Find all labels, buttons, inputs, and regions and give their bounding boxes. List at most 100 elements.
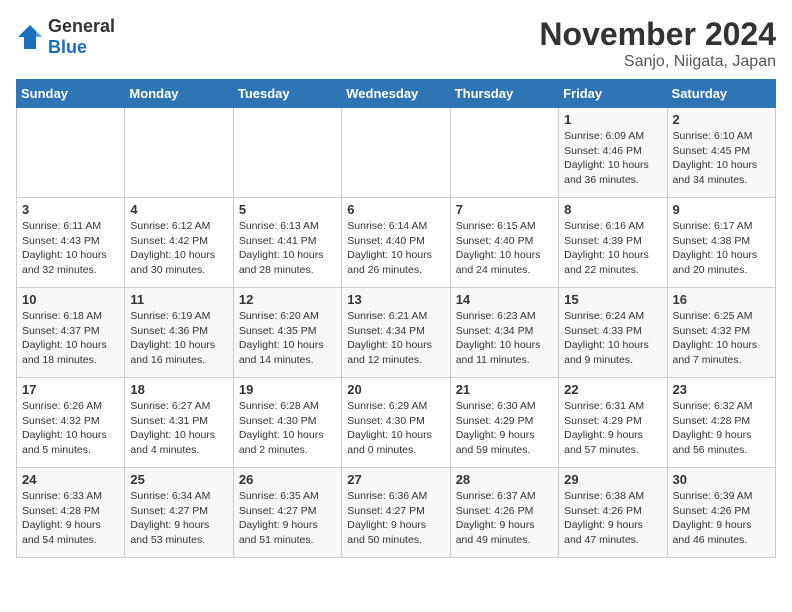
day-cell: 1 Sunrise: 6:09 AM Sunset: 4:46 PM Daylig… [559, 108, 667, 198]
day-cell: 28 Sunrise: 6:37 AM Sunset: 4:26 PM Dayli… [450, 468, 558, 558]
header-monday: Monday [125, 80, 233, 108]
week-row-2: 3 Sunrise: 6:11 AM Sunset: 4:43 PM Daylig… [17, 198, 776, 288]
header-friday: Friday [559, 80, 667, 108]
day-cell [17, 108, 125, 198]
day-cell: 23 Sunrise: 6:32 AM Sunset: 4:28 PM Dayli… [667, 378, 775, 468]
day-info: Sunrise: 6:14 AM Sunset: 4:40 PM Dayligh… [347, 219, 444, 278]
day-number: 22 [564, 382, 661, 397]
logo: General Blue [16, 16, 115, 58]
location-title: Sanjo, Niigata, Japan [539, 53, 776, 71]
day-cell: 4 Sunrise: 6:12 AM Sunset: 4:42 PM Daylig… [125, 198, 233, 288]
day-number: 27 [347, 472, 444, 487]
day-cell: 30Sunrise: 6:39 AM Sunset: 4:26 PM Dayli… [667, 468, 775, 558]
header-sunday: Sunday [17, 80, 125, 108]
day-number: 21 [456, 382, 553, 397]
day-number: 13 [347, 292, 444, 307]
week-row-5: 24 Sunrise: 6:33 AM Sunset: 4:28 PM Dayli… [17, 468, 776, 558]
day-number: 14 [456, 292, 553, 307]
day-info: Sunrise: 6:09 AM Sunset: 4:46 PM Dayligh… [564, 129, 661, 188]
day-info: Sunrise: 6:29 AM Sunset: 4:30 PM Dayligh… [347, 399, 444, 458]
day-number: 26 [239, 472, 336, 487]
day-number: 18 [130, 382, 227, 397]
day-cell: 12 Sunrise: 6:20 AM Sunset: 4:35 PM Dayli… [233, 288, 341, 378]
week-row-3: 10 Sunrise: 6:18 AM Sunset: 4:37 PM Dayli… [17, 288, 776, 378]
day-cell: 9Sunrise: 6:17 AM Sunset: 4:38 PM Daylig… [667, 198, 775, 288]
day-info: Sunrise: 6:16 AM Sunset: 4:39 PM Dayligh… [564, 219, 661, 278]
day-number: 17 [22, 382, 119, 397]
day-cell: 8 Sunrise: 6:16 AM Sunset: 4:39 PM Daylig… [559, 198, 667, 288]
day-cell: 29 Sunrise: 6:38 AM Sunset: 4:26 PM Dayli… [559, 468, 667, 558]
day-number: 19 [239, 382, 336, 397]
day-number: 15 [564, 292, 661, 307]
day-info: Sunrise: 6:10 AM Sunset: 4:45 PM Dayligh… [673, 129, 770, 188]
day-cell [450, 108, 558, 198]
month-title: November 2024 [539, 16, 776, 53]
header-thursday: Thursday [450, 80, 558, 108]
day-cell: 14 Sunrise: 6:23 AM Sunset: 4:34 PM Dayli… [450, 288, 558, 378]
day-number: 24 [22, 472, 119, 487]
day-cell: 27 Sunrise: 6:36 AM Sunset: 4:27 PM Dayli… [342, 468, 450, 558]
day-info: Sunrise: 6:38 AM Sunset: 4:26 PM Dayligh… [564, 489, 661, 548]
logo-general: General [48, 16, 115, 36]
day-number: 3 [22, 202, 119, 217]
day-cell: 25Sunrise: 6:34 AM Sunset: 4:27 PM Dayli… [125, 468, 233, 558]
day-cell: 13 Sunrise: 6:21 AM Sunset: 4:34 PM Dayli… [342, 288, 450, 378]
day-cell: 17Sunrise: 6:26 AM Sunset: 4:32 PM Dayli… [17, 378, 125, 468]
header-row: SundayMondayTuesdayWednesdayThursdayFrid… [17, 80, 776, 108]
day-cell: 11Sunrise: 6:19 AM Sunset: 4:36 PM Dayli… [125, 288, 233, 378]
day-cell: 19Sunrise: 6:28 AM Sunset: 4:30 PM Dayli… [233, 378, 341, 468]
header-saturday: Saturday [667, 80, 775, 108]
day-info: Sunrise: 6:33 AM Sunset: 4:28 PM Dayligh… [22, 489, 119, 548]
day-number: 20 [347, 382, 444, 397]
logo-text: General Blue [48, 16, 115, 58]
day-cell: 26 Sunrise: 6:35 AM Sunset: 4:27 PM Dayli… [233, 468, 341, 558]
day-info: Sunrise: 6:12 AM Sunset: 4:42 PM Dayligh… [130, 219, 227, 278]
day-cell: 3 Sunrise: 6:11 AM Sunset: 4:43 PM Daylig… [17, 198, 125, 288]
logo-blue: Blue [48, 37, 87, 57]
day-number: 4 [130, 202, 227, 217]
day-number: 7 [456, 202, 553, 217]
day-info: Sunrise: 6:39 AM Sunset: 4:26 PM Dayligh… [673, 489, 770, 548]
day-info: Sunrise: 6:25 AM Sunset: 4:32 PM Dayligh… [673, 309, 770, 368]
day-number: 12 [239, 292, 336, 307]
day-info: Sunrise: 6:31 AM Sunset: 4:29 PM Dayligh… [564, 399, 661, 458]
day-cell: 21 Sunrise: 6:30 AM Sunset: 4:29 PM Dayli… [450, 378, 558, 468]
title-block: November 2024 Sanjo, Niigata, Japan [539, 16, 776, 71]
day-info: Sunrise: 6:21 AM Sunset: 4:34 PM Dayligh… [347, 309, 444, 368]
day-info: Sunrise: 6:20 AM Sunset: 4:35 PM Dayligh… [239, 309, 336, 368]
day-number: 6 [347, 202, 444, 217]
day-number: 29 [564, 472, 661, 487]
day-number: 2 [673, 112, 770, 127]
day-info: Sunrise: 6:35 AM Sunset: 4:27 PM Dayligh… [239, 489, 336, 548]
day-cell: 2 Sunrise: 6:10 AM Sunset: 4:45 PM Daylig… [667, 108, 775, 198]
calendar-table: SundayMondayTuesdayWednesdayThursdayFrid… [16, 79, 776, 558]
day-cell: 16Sunrise: 6:25 AM Sunset: 4:32 PM Dayli… [667, 288, 775, 378]
day-cell [342, 108, 450, 198]
day-number: 1 [564, 112, 661, 127]
day-number: 23 [673, 382, 770, 397]
day-number: 8 [564, 202, 661, 217]
day-info: Sunrise: 6:19 AM Sunset: 4:36 PM Dayligh… [130, 309, 227, 368]
day-info: Sunrise: 6:36 AM Sunset: 4:27 PM Dayligh… [347, 489, 444, 548]
day-info: Sunrise: 6:18 AM Sunset: 4:37 PM Dayligh… [22, 309, 119, 368]
day-info: Sunrise: 6:27 AM Sunset: 4:31 PM Dayligh… [130, 399, 227, 458]
day-number: 28 [456, 472, 553, 487]
day-info: Sunrise: 6:32 AM Sunset: 4:28 PM Dayligh… [673, 399, 770, 458]
day-cell: 5Sunrise: 6:13 AM Sunset: 4:41 PM Daylig… [233, 198, 341, 288]
day-info: Sunrise: 6:34 AM Sunset: 4:27 PM Dayligh… [130, 489, 227, 548]
day-cell: 22 Sunrise: 6:31 AM Sunset: 4:29 PM Dayli… [559, 378, 667, 468]
day-info: Sunrise: 6:37 AM Sunset: 4:26 PM Dayligh… [456, 489, 553, 548]
day-cell [125, 108, 233, 198]
day-info: Sunrise: 6:11 AM Sunset: 4:43 PM Dayligh… [22, 219, 119, 278]
day-cell: 7 Sunrise: 6:15 AM Sunset: 4:40 PM Daylig… [450, 198, 558, 288]
day-cell: 6 Sunrise: 6:14 AM Sunset: 4:40 PM Daylig… [342, 198, 450, 288]
day-number: 10 [22, 292, 119, 307]
day-info: Sunrise: 6:30 AM Sunset: 4:29 PM Dayligh… [456, 399, 553, 458]
day-info: Sunrise: 6:15 AM Sunset: 4:40 PM Dayligh… [456, 219, 553, 278]
day-info: Sunrise: 6:17 AM Sunset: 4:38 PM Dayligh… [673, 219, 770, 278]
header-wednesday: Wednesday [342, 80, 450, 108]
day-cell: 24 Sunrise: 6:33 AM Sunset: 4:28 PM Dayli… [17, 468, 125, 558]
logo-icon [16, 23, 44, 51]
day-info: Sunrise: 6:23 AM Sunset: 4:34 PM Dayligh… [456, 309, 553, 368]
day-cell: 15Sunrise: 6:24 AM Sunset: 4:33 PM Dayli… [559, 288, 667, 378]
